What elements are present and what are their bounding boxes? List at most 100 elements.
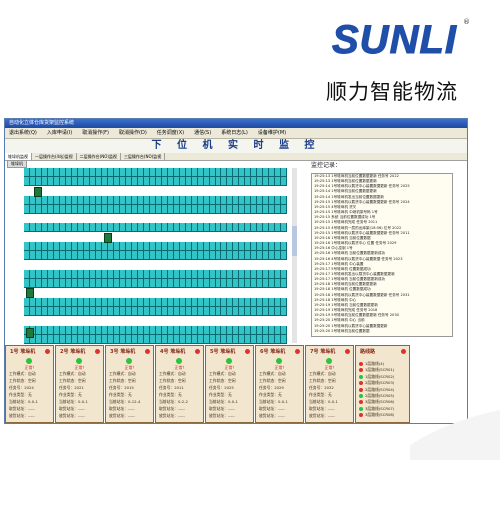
task-label: 任务号： [259,385,275,390]
put-row: 放货站址：----- [9,412,38,419]
stacker-panel[interactable]: 3号 堆垛机 正常！ 工作模式：自动 工作状态：空闲 任务号：2015 作业类型：无 当前站… [105,345,154,423]
task-label: 任务号： [159,385,175,390]
pos-row: 当前站址：0-0-1 [309,398,338,405]
scroll-thumb[interactable] [292,226,297,256]
tab-stacker[interactable]: 堆垛机监视 [5,153,32,160]
alarm-dot-icon [359,400,363,405]
status-label: 工作状态： [309,378,328,383]
task-value: 2029 [274,385,284,390]
stacker-panel[interactable]: 6号 堆垛机 正常！ 工作模式：自动 工作状态：空闲 任务号：2029 作业类型：无 当前站… [255,345,304,423]
take-label: 取货站址： [259,406,278,411]
stacker-panel[interactable]: 4号 堆垛机 正常！ 工作模式：自动 工作状态：空闲 任务号：2011 作业类型：无 当前站… [155,345,204,423]
rack-cell[interactable] [281,279,288,288]
logo-subtitle: 顺力智能物流 [326,80,458,104]
sunli-logo: SUNLI ® 顺力智能物流 [326,18,476,108]
machine-panels: 1号 堆垛机 正常！ 工作模式：自动 工作状态：空闲 任务号：2024 作业类型：无 当前站… [5,345,467,423]
rack-cell[interactable] [281,242,288,251]
status-led-icon [45,349,50,354]
rack-row [24,242,288,251]
stacker-panel[interactable]: 1号 堆垛机 正常！ 工作模式：自动 工作状态：空闲 任务号：2024 作业类型：无 当前站… [5,345,54,423]
subtab-stacker[interactable]: 堆垛机 [7,160,27,168]
rack-row [24,326,288,335]
log-textbox[interactable]: 19:25:13 1号堆垛机当前位置数据更新 任务号 2022 19:25:13 … [311,173,453,337]
ok-led-icon [326,358,332,364]
grid-scrollbar[interactable] [292,168,297,343]
take-label: 取货站址： [309,406,328,411]
menu-item-inbound[interactable]: 入库申请(I) [47,128,72,138]
rack-cell[interactable] [281,326,288,335]
stacker-panel[interactable]: 5号 堆垛机 正常！ 工作模式：自动 工作状态：空闲 任务号：2025 作业类型：无 当前站… [205,345,254,423]
pos-value: 0-0-1 [277,399,288,404]
take-label: 取货站址： [209,406,228,411]
alarm-dot-icon [359,394,363,399]
type-label: 作业类型： [109,392,128,397]
rack-cell[interactable] [281,335,288,344]
pos-label: 当前站址： [59,399,78,404]
mode-value: 自动 [327,371,336,376]
rack-row [24,307,288,316]
alarm-label: 3层路线(SCR08) [365,412,395,418]
stacker-crane-marker[interactable] [26,288,34,298]
status-label: 工作状态： [259,378,278,383]
status-led-icon [95,349,100,354]
rack-cell[interactable] [281,251,288,260]
rack-cell[interactable] [281,177,288,186]
put-value: ----- [177,413,185,418]
type-label: 作业类型： [259,392,278,397]
stacker-crane-marker[interactable] [34,187,42,197]
put-row: 放货站址：----- [309,412,338,419]
stacker-crane-marker[interactable] [104,233,112,243]
type-label: 作业类型： [159,392,178,397]
stacker-crane-marker[interactable] [26,328,34,338]
put-row: 放货站址：----- [159,412,188,419]
task-label: 任务号： [109,385,125,390]
rack-cell[interactable] [281,196,288,205]
menu-item-log[interactable]: 系统日志(L) [221,128,248,138]
type-row: 作业类型：无 [159,391,188,398]
take-value: ----- [27,406,35,411]
task-value: 2025 [224,385,234,390]
alarm-label: 2层路线(SCR03) [365,380,395,386]
stacker-panel[interactable]: 2号 堆垛机 正常！ 工作模式：自动 工作状态：空闲 任务号：2021 作业类型：无 当前站… [55,345,104,423]
rack-row [24,205,288,214]
status-led-icon [295,349,300,354]
rack-cell[interactable] [281,270,288,279]
mode-label: 工作模式： [259,371,278,376]
rack-cell[interactable] [281,168,288,177]
pos-value: 0-0-1 [77,399,88,404]
menu-item-maintenance[interactable]: 设备维护(M) [258,128,286,138]
type-value: 无 [277,392,282,397]
rack-cell[interactable] [281,307,288,316]
tab-floor-3[interactable]: 三层操作台(NO)监视 [121,153,166,160]
pos-value: 0-0-1 [27,399,38,404]
stacker-panel[interactable]: 7号 堆垛机 正常！ 工作模式：自动 工作状态：空闲 任务号：2032 作业类型：无 当前站… [305,345,354,423]
type-row: 作业类型：无 [309,391,338,398]
rack-row [24,168,288,177]
take-row: 取货站址：----- [109,405,140,412]
menu-item-exit[interactable]: 退出系统(Q) [9,128,37,138]
mode-row: 工作模式：自动 [9,370,38,377]
tab-floor-1[interactable]: 一层操作台(4站)监视 [32,153,77,160]
menu-item-dispatch[interactable]: 任务调度(X) [157,128,184,138]
pos-value: 0-2-2 [177,399,188,404]
menu-item-cancel-d[interactable]: 取消操作(D) [119,128,147,138]
alarm-label: 3层路线(SCR07) [365,405,395,411]
rack-cell[interactable] [281,298,288,307]
ok-led-icon [226,358,232,364]
route-alarm-panel[interactable]: 路线路 1层路线(4) 1层路线(SCR01) 1层路线(SCR02) 2层路线(SCR… [355,345,410,423]
menu-item-cancel-f[interactable]: 取消操作(F) [82,128,109,138]
rack-cell[interactable] [281,205,288,214]
mode-value: 自动 [27,371,36,376]
pos-label: 当前站址： [109,399,128,404]
put-value: ----- [127,413,135,418]
logo-text: SUNLI [332,18,457,63]
rack-cell[interactable] [281,223,288,232]
page-title: 下 位 机 实 时 监 控 [5,139,467,153]
take-label: 取货站址： [9,406,28,411]
put-row: 放货站址：----- [59,412,88,419]
menu-item-comm[interactable]: 通信(S) [194,128,211,138]
tab-floor-2[interactable]: 二层操作台(NO)监视 [77,153,121,160]
put-label: 放货站址： [9,413,28,418]
take-value: ----- [77,406,85,411]
panel-info: 工作模式：自动 工作状态：空闲 任务号：2024 作业类型：无 当前站址：0-0-1 取货… [9,370,38,419]
